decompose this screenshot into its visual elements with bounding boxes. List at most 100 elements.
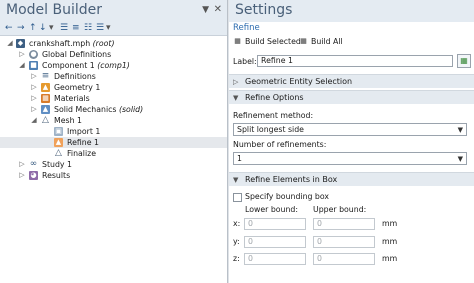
tree-item-refine[interactable]: ▲ Refine 1 <box>0 137 227 148</box>
solid-mechanics-icon: ▲ <box>41 105 50 114</box>
import-icon: ▣ <box>54 127 63 136</box>
x-unit: mm <box>382 219 398 228</box>
refinement-method-label: Refinement method: <box>233 111 314 120</box>
dropdown-icon[interactable]: ▾ <box>106 23 111 34</box>
close-icon[interactable]: ✕ <box>214 4 222 15</box>
chevron-down-icon: ▼ <box>457 155 463 163</box>
label-edit-icon[interactable]: ▦ <box>457 54 471 68</box>
tree-item-label: Materials <box>54 94 90 103</box>
section-geometric-entity[interactable]: ▷ Geometric Entity Selection <box>229 74 474 88</box>
tree-item-label: Study 1 <box>42 160 72 169</box>
collapse-arrow-icon: ▼ <box>233 176 239 184</box>
chevron-down-icon: ▼ <box>457 126 463 134</box>
y-unit: mm <box>382 237 398 246</box>
tree-item-global-definitions[interactable]: ▷ ● Global Definitions <box>0 49 227 60</box>
component-icon: ■ <box>29 61 38 70</box>
collapse-toggle-icon[interactable]: ◢ <box>18 60 26 71</box>
num-refinements-value: 1 <box>237 154 242 163</box>
move-up-icon[interactable]: ↑ <box>29 23 37 34</box>
model-builder-toolbar: ← → ↑ ↓ ▾ ☰ ≡ ☷ ☰ ▾ <box>0 22 227 36</box>
collapse-toggle-icon[interactable]: ◢ <box>6 38 14 49</box>
refinement-method-select[interactable]: Split longest side ▼ <box>233 123 467 136</box>
z-lower-input[interactable]: 0 <box>244 253 306 265</box>
section-refine-options[interactable]: ▼ Refine Options <box>229 90 474 104</box>
tree-item-finalize[interactable]: △ Finalize <box>0 148 227 159</box>
label-input[interactable]: Refine 1 <box>257 55 453 67</box>
tree-item-component[interactable]: ◢ ■ Component 1 (comp1) <box>0 60 227 71</box>
refine-icon: ▲ <box>54 138 63 147</box>
tree-item-label: crankshaft.mph (root) <box>29 39 115 48</box>
y-upper-input[interactable]: 0 <box>313 236 375 248</box>
tree-item-label: Component 1 (comp1) <box>42 61 130 70</box>
expand-toggle-icon[interactable]: ▷ <box>30 93 38 104</box>
settings-title: Settings <box>235 2 293 18</box>
tree-item-results[interactable]: ▷ ◕ Results <box>0 170 227 181</box>
model-file-icon: ◆ <box>16 39 25 48</box>
tree-item-label: Solid Mechanics (solid) <box>54 105 144 114</box>
label-caption: Label: <box>233 57 257 66</box>
specify-bbox-checkbox[interactable] <box>233 193 242 202</box>
expand-toggle-icon[interactable]: ▷ <box>30 71 38 82</box>
tree-item-geometry[interactable]: ▷ ▲ Geometry 1 <box>0 82 227 93</box>
menu-icon[interactable]: ▾ <box>49 23 54 34</box>
y-lower-input[interactable]: 0 <box>244 236 306 248</box>
lower-bound-label: Lower bound: <box>245 205 299 214</box>
x-lower-input[interactable]: 0 <box>244 218 306 230</box>
tree-item-mesh[interactable]: ◢ △ Mesh 1 <box>0 115 227 126</box>
section-refine-box[interactable]: ▼ Refine Elements in Box <box>229 172 474 186</box>
section-title: Refine Elements in Box <box>245 175 338 184</box>
tree-item-label: Results <box>42 171 71 180</box>
tree-item-label: Refine 1 <box>67 138 99 147</box>
tree-item-root[interactable]: ◢ ◆ crankshaft.mph (root) <box>0 38 227 49</box>
tree-item-label: Global Definitions <box>42 50 112 59</box>
z-upper-input[interactable]: 0 <box>313 253 375 265</box>
label-row: Label: Refine 1 ▦ <box>233 54 471 69</box>
section-title: Refine Options <box>245 93 304 102</box>
model-builder-header: Model Builder ▼ ✕ <box>0 0 227 22</box>
expand-toggle-icon[interactable]: ▷ <box>18 49 26 60</box>
tree-item-label: Geometry 1 <box>54 83 101 92</box>
z-unit: mm <box>382 254 398 263</box>
expand-toggle-icon[interactable]: ▷ <box>30 104 38 115</box>
show-icon[interactable]: ☷ <box>84 23 92 34</box>
pin-icon[interactable]: ▼ <box>202 5 209 15</box>
expand-all-icon[interactable]: ☰ <box>60 23 68 34</box>
x-axis-label: x: <box>233 219 241 228</box>
forward-arrow-icon[interactable]: → <box>17 23 25 34</box>
collapse-all-icon[interactable]: ≡ <box>72 23 80 34</box>
geometry-icon: ▲ <box>41 83 50 92</box>
finalize-icon: △ <box>55 148 62 158</box>
tree-item-materials[interactable]: ▷ ▦ Materials <box>0 93 227 104</box>
back-arrow-icon[interactable]: ← <box>5 23 13 34</box>
tree-item-label: Finalize <box>67 149 97 158</box>
x-upper-input[interactable]: 0 <box>313 218 375 230</box>
num-refinements-select[interactable]: 1 ▼ <box>233 152 467 165</box>
tree-item-solid-mechanics[interactable]: ▷ ▲ Solid Mechanics (solid) <box>0 104 227 115</box>
tree-item-label: Mesh 1 <box>54 116 82 125</box>
expand-toggle-icon[interactable]: ▷ <box>18 159 26 170</box>
settings-header: Settings <box>229 0 474 22</box>
model-builder-title: Model Builder <box>6 2 102 18</box>
settings-subtitle: Refine <box>233 23 260 33</box>
z-axis-label: z: <box>233 254 240 263</box>
build-all-icon: ▦ <box>300 37 307 45</box>
results-icon: ◕ <box>29 171 38 180</box>
collapse-arrow-icon: ▼ <box>233 94 239 102</box>
expand-toggle-icon[interactable]: ▷ <box>18 170 26 181</box>
num-refinements-label: Number of refinements: <box>233 140 327 149</box>
study-icon: ∞ <box>29 159 38 169</box>
definitions-icon: ≡ <box>41 71 50 81</box>
upper-bound-label: Upper bound: <box>313 205 367 214</box>
collapse-toggle-icon[interactable]: ◢ <box>30 115 38 126</box>
expand-arrow-icon: ▷ <box>233 78 239 86</box>
tree-item-import[interactable]: ▣ Import 1 <box>0 126 227 137</box>
move-down-icon[interactable]: ↓ <box>39 23 47 34</box>
model-builder-panel: Model Builder ▼ ✕ ← → ↑ ↓ ▾ ☰ ≡ ☷ ☰ ▾ ◢ … <box>0 0 228 283</box>
tree-item-definitions[interactable]: ▷ ≡ Definitions <box>0 71 227 82</box>
list-icon[interactable]: ☰ <box>96 23 104 34</box>
build-all-button[interactable]: Build All <box>311 36 343 47</box>
mesh-icon: △ <box>42 115 49 125</box>
tree-item-study[interactable]: ▷ ∞ Study 1 <box>0 159 227 170</box>
expand-toggle-icon[interactable]: ▷ <box>30 82 38 93</box>
build-selected-button[interactable]: Build Selected <box>245 36 301 47</box>
